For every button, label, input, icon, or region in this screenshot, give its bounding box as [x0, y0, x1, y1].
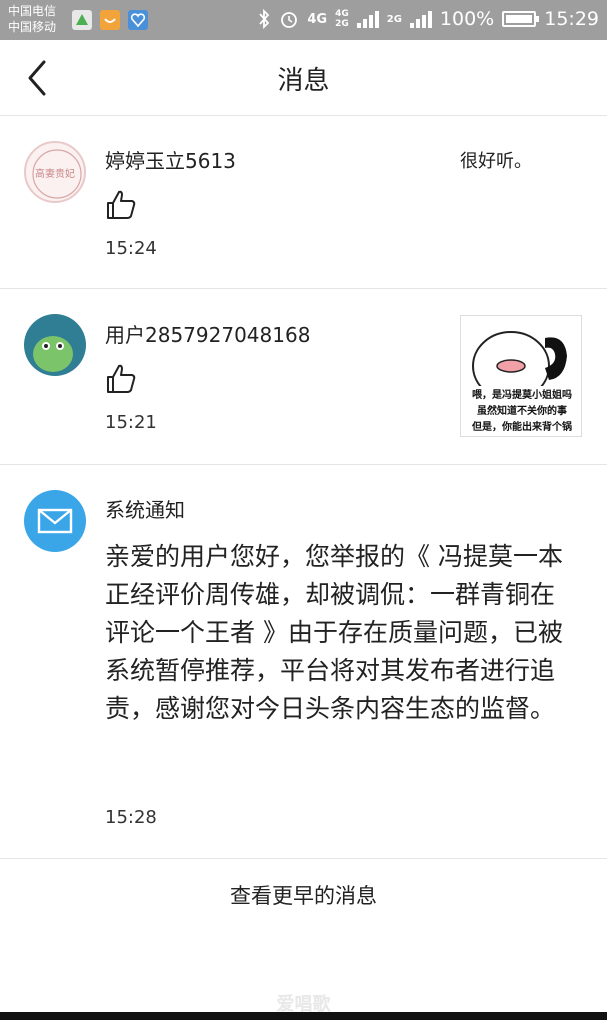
system-notice-item[interactable]: 系统通知 亲爱的用户您好，您举报的《 冯提莫一本正经评价周传雄，却被调侃：一群青…	[0, 466, 607, 859]
notice-body: 亲爱的用户您好，您举报的《 冯提莫一本正经评价周传雄，却被调侃：一群青铜在评论一…	[105, 542, 563, 723]
message-time: 15:28	[105, 807, 157, 828]
thumb-text-line-2: 虽然知道不关你的事	[477, 406, 567, 417]
carrier-labels: 中国电信 中国移动	[8, 3, 56, 35]
carrier-1: 中国电信	[8, 4, 57, 18]
notification-icons	[72, 10, 148, 30]
avatar-stamp-text: 高妻贵妃	[35, 169, 75, 180]
battery-percent: 100%	[439, 8, 495, 30]
thumb-text-line-3: 但是，你能出来背个锅吗？	[472, 422, 572, 433]
network-type-2: 4G 2G	[335, 9, 349, 29]
like-button[interactable]	[105, 189, 137, 221]
app-icon-green	[72, 10, 92, 30]
thumbs-up-icon	[107, 190, 136, 219]
system-avatar	[24, 490, 86, 552]
reply-text: 很好听。	[460, 151, 532, 172]
app-icon-blue	[128, 10, 148, 30]
bluetooth-icon	[259, 9, 270, 29]
network-type-1: 4G	[307, 11, 328, 27]
like-button[interactable]	[105, 363, 137, 395]
username[interactable]: 婷婷玉立5613	[105, 145, 236, 174]
battery-charging-icon	[502, 11, 540, 27]
avatar[interactable]: 高妻贵妃	[24, 141, 86, 203]
signal-icon-2	[409, 10, 432, 28]
network-type-3: 2G	[386, 13, 402, 25]
avatar[interactable]	[24, 314, 86, 376]
username[interactable]: 用户2857927048168	[105, 319, 310, 348]
thumb-text-line-1: 喂，是冯提莫小姐姐吗	[472, 390, 572, 401]
content-thumbnail[interactable]: 喂，是冯提莫小姐姐吗 虽然知道不关你的事 但是，你能出来背个锅吗？	[460, 315, 582, 437]
message-item[interactable]: 用户2857927048168 喂，是冯提莫小姐姐吗 虽然知道不关你的事 但是，…	[0, 290, 607, 465]
app-icon-orange	[100, 10, 120, 30]
carrier-2: 中国移动	[8, 20, 57, 34]
message-time: 15:21	[105, 412, 157, 433]
alarm-icon	[281, 12, 298, 28]
view-earlier-messages-button[interactable]: 查看更早的消息	[0, 880, 607, 910]
clock: 15:29	[544, 8, 599, 30]
thumbs-up-icon	[107, 364, 136, 393]
message-item[interactable]: 高妻贵妃 婷婷玉立5613 很好听。 15:24	[0, 117, 607, 289]
sender-name: 系统通知	[105, 498, 185, 522]
signal-icon	[356, 10, 379, 28]
status-right: 4G 4G 2G 2G 100% 15:29	[257, 8, 599, 30]
message-time: 15:24	[105, 238, 157, 259]
app-header: 消息	[0, 40, 607, 116]
bottom-bar	[0, 1012, 607, 1020]
mail-icon	[37, 508, 73, 534]
status-bar: 中国电信 中国移动 4G 4G 2G 2G 100% 15:29	[0, 0, 607, 40]
page-title: 消息	[277, 66, 330, 96]
